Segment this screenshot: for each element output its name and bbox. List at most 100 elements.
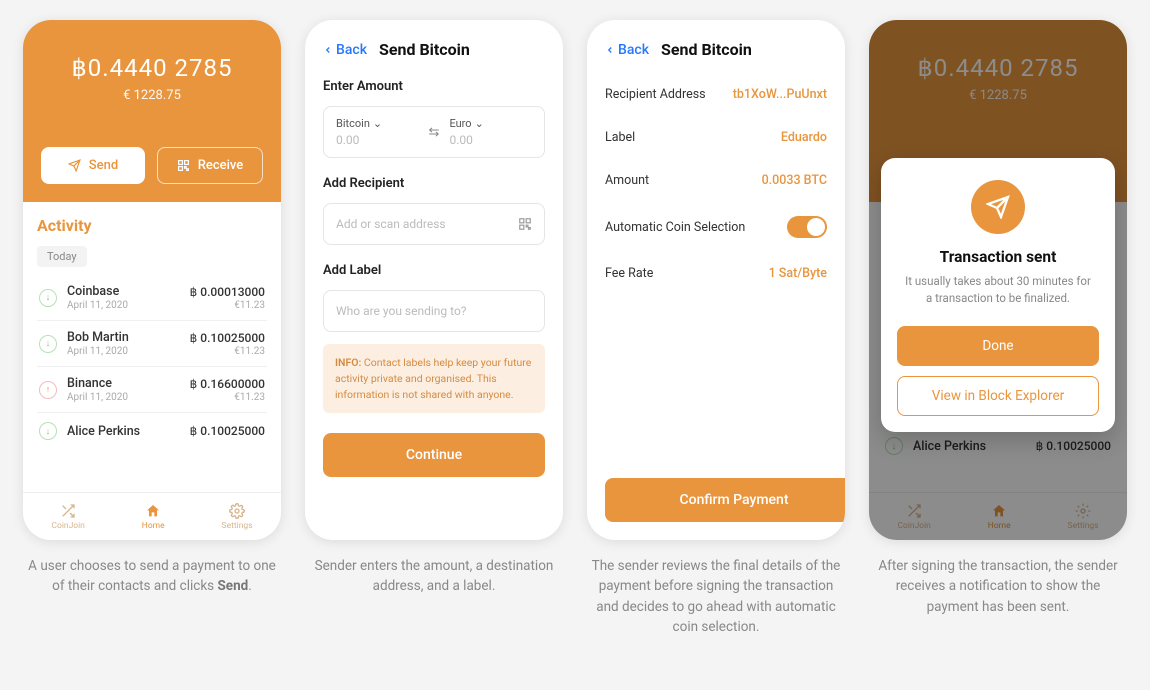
tx-name: Bob Martin (67, 330, 190, 345)
amount-input[interactable]: Bitcoin⌄ 0.00 ⇆ Euro⌄ 0.00 (323, 106, 545, 158)
nav-settings[interactable]: Settings (222, 503, 253, 531)
currency-b-selector[interactable]: Euro⌄ (449, 117, 532, 130)
coin-selection-row[interactable]: Automatic Coin Selection (605, 202, 827, 252)
balance-eur: € 1228.75 (123, 88, 181, 103)
back-label: Back (618, 42, 649, 58)
recipient-placeholder: Add or scan address (336, 217, 446, 231)
view-explorer-button[interactable]: View in Block Explorer (897, 376, 1099, 416)
incoming-icon: ↓ (39, 335, 57, 353)
caption: After signing the transaction, the sende… (869, 556, 1127, 617)
currency-a-selector[interactable]: Bitcoin⌄ (336, 117, 419, 130)
transaction-sent-modal: Transaction sent It usually takes about … (881, 158, 1115, 432)
row-value: Eduardo (781, 130, 827, 145)
send-label: Send (89, 158, 118, 173)
tx-eur: €11.23 (190, 300, 265, 311)
page-title: Send Bitcoin (379, 40, 470, 59)
row-value: 1 Sat/Byte (769, 266, 827, 281)
swap-icon[interactable]: ⇆ (419, 125, 450, 140)
header: Back Send Bitcoin (305, 20, 563, 73)
tx-eur: €11.23 (190, 346, 265, 357)
form: Enter Amount Bitcoin⌄ 0.00 ⇆ Euro⌄ 0.00 … (305, 73, 563, 477)
label-input[interactable]: Who are you sending to? (323, 290, 545, 332)
phone-send-form: Back Send Bitcoin Enter Amount Bitcoin⌄ … (305, 20, 563, 540)
amount-row[interactable]: Amount 0.0033 BTC (605, 159, 827, 202)
tx-date: April 11, 2020 (67, 392, 190, 403)
incoming-icon: ↓ (39, 289, 57, 307)
row-label: Label (605, 130, 635, 145)
tx-eur: €11.23 (190, 392, 265, 403)
label-row[interactable]: Label Eduardo (605, 116, 827, 159)
chevron-down-icon: ⌄ (475, 117, 484, 130)
tx-row[interactable]: ↓ Alice Perkins ฿ 0.10025000 (37, 413, 267, 449)
coin-selection-toggle[interactable] (787, 216, 827, 238)
row-label: Amount (605, 173, 649, 188)
tx-btc: ฿ 0.16600000 (190, 377, 265, 391)
back-button[interactable]: Back (323, 42, 367, 58)
recipient-row[interactable]: Recipient Address tb1XoW...PuUnxt (605, 73, 827, 116)
gear-icon (229, 503, 245, 519)
chevron-left-icon (605, 43, 615, 57)
tx-row[interactable]: ↓ CoinbaseApril 11, 2020 ฿ 0.00013000€11… (37, 275, 267, 321)
caption: A user chooses to send a payment to one … (23, 556, 281, 597)
info-banner: INFO: Contact labels help keep your futu… (323, 344, 545, 413)
nav-label: Home (142, 521, 165, 531)
receive-button[interactable]: Receive (157, 147, 263, 184)
add-label-label: Add Label (323, 263, 545, 278)
row-label: Recipient Address (605, 87, 706, 102)
bottom-nav: CoinJoin Home Settings (23, 492, 281, 540)
nav-label: CoinJoin (51, 521, 84, 531)
qr-icon (177, 159, 190, 172)
enter-amount-label: Enter Amount (323, 79, 545, 94)
nav-home[interactable]: Home (142, 503, 165, 531)
send-button[interactable]: Send (41, 147, 145, 184)
phone-confirmation: ฿0.4440 2785 € 1228.75 x ↑ BinanceApril … (869, 20, 1127, 540)
phone-review: Back Send Bitcoin Recipient Address tb1X… (587, 20, 845, 540)
back-button[interactable]: Back (605, 42, 649, 58)
tx-row[interactable]: ↑ BinanceApril 11, 2020 ฿ 0.16600000€11.… (37, 367, 267, 413)
add-recipient-label: Add Recipient (323, 176, 545, 191)
recipient-input[interactable]: Add or scan address (323, 203, 545, 245)
tx-btc: ฿ 0.10025000 (190, 424, 265, 438)
activity-list: ↓ CoinbaseApril 11, 2020 ฿ 0.00013000€11… (37, 275, 267, 449)
activity-title: Activity (37, 216, 267, 235)
receive-label: Receive (198, 158, 244, 173)
back-label: Back (336, 42, 367, 58)
caption: The sender reviews the final details of … (587, 556, 845, 637)
tx-date: April 11, 2020 (67, 346, 190, 357)
header: Back Send Bitcoin (587, 20, 845, 73)
incoming-icon: ↓ (39, 422, 57, 440)
tx-row[interactable]: ↓ Bob MartinApril 11, 2020 ฿ 0.10025000€… (37, 321, 267, 367)
home-icon (145, 503, 161, 519)
modal-title: Transaction sent (897, 248, 1099, 266)
tx-name: Binance (67, 376, 190, 391)
nav-label: Settings (222, 521, 253, 531)
balance-btc: ฿0.4440 2785 (72, 54, 233, 82)
shuffle-icon (60, 503, 76, 519)
continue-button[interactable]: Continue (323, 433, 545, 477)
tx-date: April 11, 2020 (67, 300, 190, 311)
caption: Sender enters the amount, a destination … (305, 556, 563, 597)
send-icon (971, 180, 1025, 234)
tx-name: Alice Perkins (67, 424, 190, 439)
phone-home: ฿0.4440 2785 € 1228.75 Send Receive Acti… (23, 20, 281, 540)
send-icon (68, 159, 81, 172)
outgoing-icon: ↑ (39, 381, 57, 399)
row-label: Automatic Coin Selection (605, 220, 745, 235)
tx-btc: ฿ 0.10025000 (190, 331, 265, 345)
modal-subtitle: It usually takes about 30 minutes for a … (897, 273, 1099, 308)
review-list: Recipient Address tb1XoW...PuUnxt Label … (587, 73, 845, 295)
nav-coinjoin[interactable]: CoinJoin (51, 503, 84, 531)
fee-row[interactable]: Fee Rate 1 Sat/Byte (605, 252, 827, 295)
balance-header: ฿0.4440 2785 € 1228.75 Send Receive (23, 20, 281, 202)
label-placeholder: Who are you sending to? (336, 304, 466, 318)
qr-scan-icon[interactable] (518, 217, 532, 231)
amount-b-value[interactable]: 0.00 (449, 133, 532, 147)
confirm-payment-button[interactable]: Confirm Payment (605, 478, 845, 522)
done-button[interactable]: Done (897, 326, 1099, 366)
chevron-down-icon: ⌄ (373, 117, 382, 130)
page-title: Send Bitcoin (661, 40, 752, 59)
tx-btc: ฿ 0.00013000 (190, 285, 265, 299)
chevron-left-icon (323, 43, 333, 57)
amount-a-value[interactable]: 0.00 (336, 133, 419, 147)
row-value: 0.0033 BTC (762, 173, 827, 188)
